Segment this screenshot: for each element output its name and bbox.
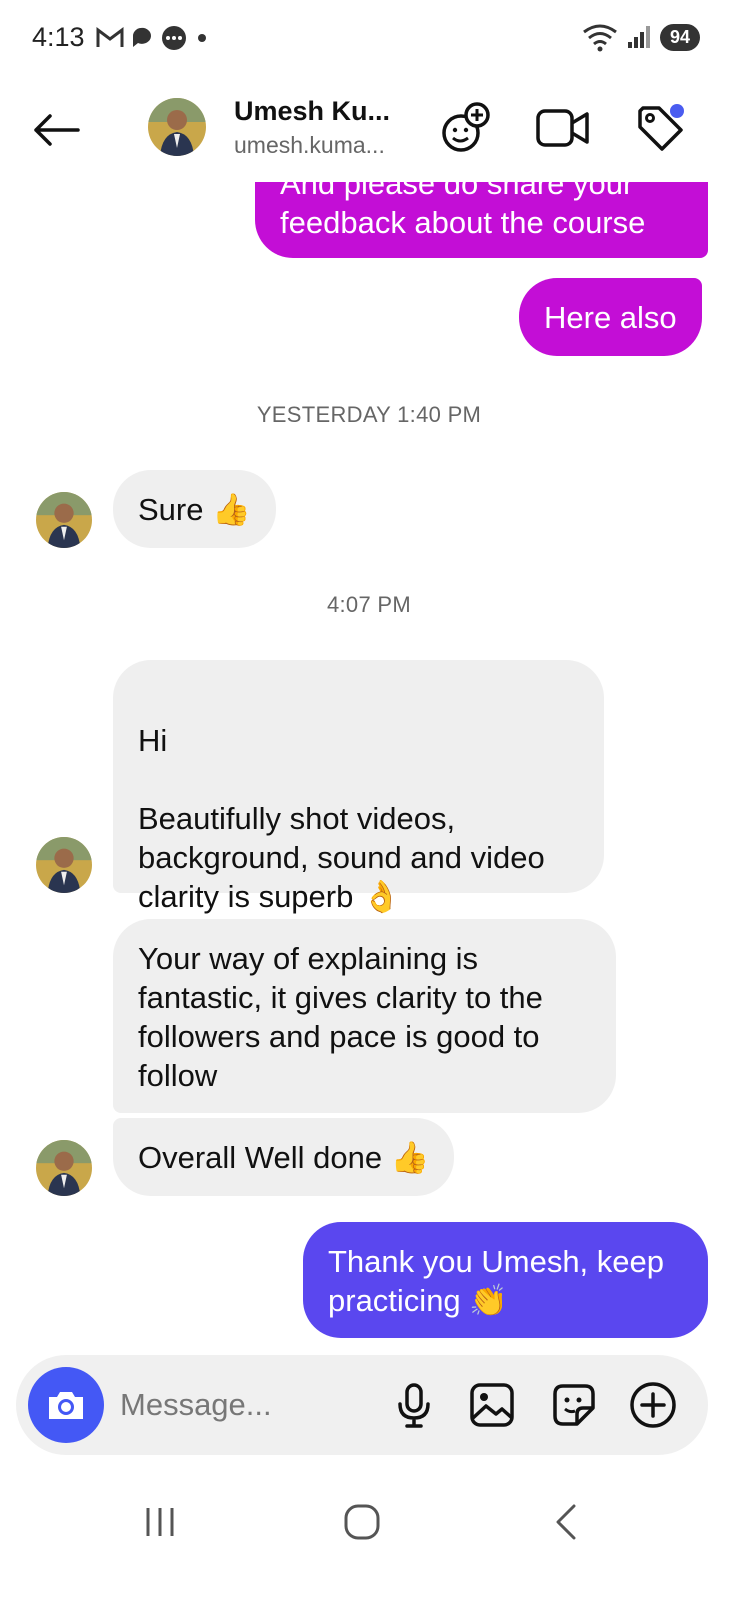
recents-icon — [146, 1508, 174, 1536]
home-button[interactable] — [332, 1498, 392, 1546]
message-list[interactable]: And please do share your feedback about … — [0, 182, 738, 1352]
status-bar: 4:13 94 — [0, 0, 738, 76]
message-timestamp: YESTERDAY 1:40 PM — [256, 402, 482, 427]
battery-indicator: 94 — [659, 23, 700, 51]
message-bubble-outgoing[interactable]: And please do share your feedback about … — [255, 182, 708, 258]
video-call-icon — [536, 109, 589, 147]
message-bubble-incoming[interactable]: Your way of explaining is fantastic, it … — [113, 919, 616, 1113]
add-effect-button[interactable] — [436, 98, 496, 158]
notification-icons — [96, 24, 210, 52]
status-time: 4:13 — [32, 22, 85, 52]
back-arrow-icon — [34, 114, 80, 146]
nav-back-button[interactable] — [536, 1498, 596, 1546]
sticker-button[interactable] — [548, 1379, 600, 1431]
back-icon — [556, 1504, 576, 1540]
message-timestamp: 4:07 PM — [326, 592, 412, 617]
voice-message-button[interactable] — [388, 1379, 440, 1431]
gallery-button[interactable] — [466, 1379, 518, 1431]
gmail-icon — [96, 27, 124, 47]
message-bubble-incoming[interactable]: Hi Beautifully shot videos, background, … — [113, 660, 604, 914]
message-bubble-outgoing[interactable]: Here also — [519, 278, 702, 356]
add-effect-icon — [442, 102, 490, 152]
notification-dot — [670, 104, 684, 118]
more-options-button[interactable] — [627, 1379, 679, 1431]
plus-circle-icon — [630, 1382, 676, 1428]
recents-button[interactable] — [130, 1498, 190, 1546]
contact-name[interactable]: Umesh Ku... — [234, 96, 390, 127]
message-composer — [16, 1355, 708, 1455]
microphone-icon — [398, 1383, 430, 1428]
wifi-icon — [583, 24, 617, 52]
chat-bubble-icon — [132, 27, 151, 47]
contact-avatar[interactable] — [148, 98, 206, 156]
message-bubble-incoming[interactable]: Sure 👍 — [113, 470, 276, 548]
home-icon — [344, 1504, 380, 1540]
message-bubble-incoming[interactable]: Overall Well done 👍 — [113, 1118, 455, 1196]
contact-username[interactable]: umesh.kuma... — [234, 132, 385, 159]
sticker-icon — [553, 1384, 595, 1426]
back-button[interactable] — [28, 102, 84, 158]
sender-avatar[interactable] — [36, 837, 92, 893]
dot-icon — [198, 34, 206, 42]
sender-avatar[interactable] — [36, 492, 92, 548]
chat-header: Umesh Ku... umesh.kuma... — [0, 84, 738, 180]
video-call-button[interactable] — [533, 98, 593, 158]
camera-button[interactable] — [28, 1367, 104, 1443]
system-icons: 94 — [582, 22, 700, 52]
gallery-icon — [470, 1383, 514, 1427]
more-messages-icon — [162, 26, 186, 50]
system-navigation-bar — [0, 1480, 738, 1564]
sender-avatar[interactable] — [36, 1140, 92, 1196]
camera-icon — [49, 1392, 83, 1419]
message-bubble-outgoing[interactable]: Thank you Umesh, keep practicing 👏 — [303, 1222, 708, 1338]
tag-button[interactable] — [630, 98, 690, 158]
signal-icon — [627, 26, 650, 48]
message-input[interactable] — [120, 1381, 380, 1429]
